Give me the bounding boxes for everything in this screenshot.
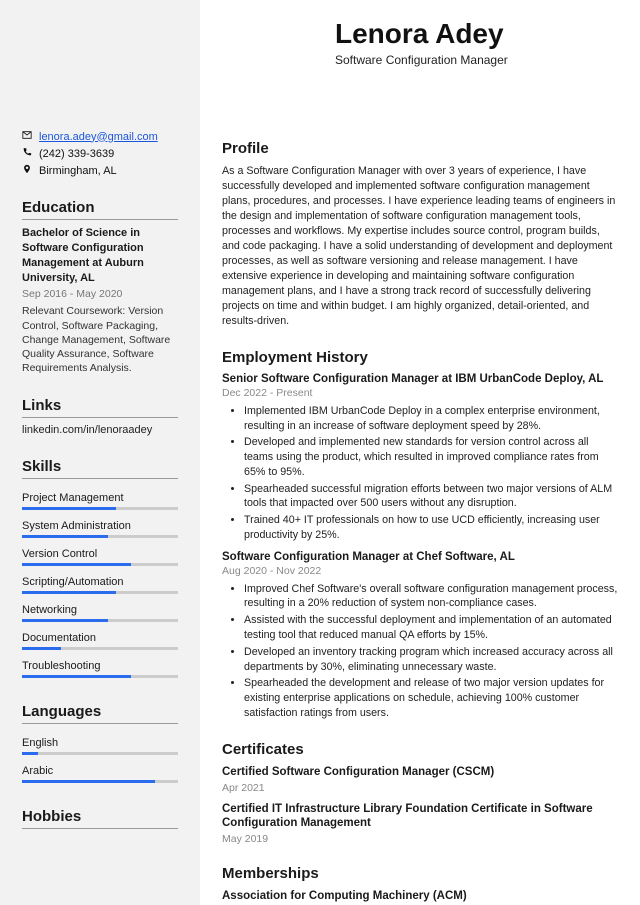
job-title: Software Configuration Manager at Chef S… [222,551,618,563]
sidebar: lenora.adey@gmail.com (242) 339-3639 Bir… [0,0,200,905]
membership-title: Association for Computing Machinery (ACM… [222,889,618,904]
contact-location: Birmingham, AL [39,165,117,177]
contact-phone: (242) 339-3639 [39,148,114,160]
job-entry: Senior Software Configuration Manager at… [222,373,618,543]
skills-heading: Skills [22,458,178,479]
skill-fill [22,563,131,566]
contact-email-line: lenora.adey@gmail.com [22,130,178,143]
person-name: Lenora Adey [335,18,508,50]
skill-label: Networking [22,604,178,616]
email-icon [22,130,32,143]
job-bullets: Implemented IBM UrbanCode Deploy in a co… [222,404,618,543]
skill-item: Project Management [22,485,178,513]
language-label: English [22,737,178,749]
location-icon [22,164,32,177]
cert-entry: Certified Software Configuration Manager… [222,765,618,794]
header: Lenora Adey Software Configuration Manag… [335,18,508,67]
contact-email[interactable]: lenora.adey@gmail.com [39,131,158,143]
skill-bar [22,507,178,510]
skill-bar [22,619,178,622]
cert-entry: Certified IT Infrastructure Library Foun… [222,802,618,846]
contact-location-line: Birmingham, AL [22,164,178,177]
job-bullet: Trained 40+ IT professionals on how to u… [244,513,618,543]
job-bullets: Improved Chef Software's overall softwar… [222,582,618,721]
skill-label: Troubleshooting [22,660,178,672]
job-title: Senior Software Configuration Manager at… [222,373,618,385]
skill-fill [22,535,108,538]
skill-label: Version Control [22,548,178,560]
skills-list: Project Management System Administration… [22,485,178,681]
language-item: Arabic [22,758,178,786]
employment-heading: Employment History [222,349,618,366]
cert-date: May 2019 [222,833,618,845]
job-bullet: Developed an inventory tracking program … [244,645,618,675]
education-desc: Relevant Coursework: Version Control, So… [22,304,178,375]
job-dates: Dec 2022 - Present [222,387,618,399]
cert-title: Certified IT Infrastructure Library Foun… [222,802,618,832]
skill-label: Project Management [22,492,178,504]
education-heading: Education [22,199,178,220]
certificates-list: Certified Software Configuration Manager… [222,765,618,846]
memberships-list: Association for Computing Machinery (ACM… [222,889,618,904]
skill-fill [22,619,108,622]
language-bar [22,752,178,755]
link-item[interactable]: linkedin.com/in/lenoraadey [22,424,178,436]
cert-date: Apr 2021 [222,782,618,794]
skill-fill [22,591,116,594]
memberships-heading: Memberships [222,865,618,882]
skill-bar [22,675,178,678]
skill-label: Documentation [22,632,178,644]
membership-entry: Association for Computing Machinery (ACM… [222,889,618,904]
skill-item: Version Control [22,541,178,569]
job-bullet: Assisted with the successful deployment … [244,613,618,643]
links-heading: Links [22,397,178,418]
skill-fill [22,675,131,678]
skill-item: Scripting/Automation [22,569,178,597]
job-dates: Aug 2020 - Nov 2022 [222,565,618,577]
education-degree: Bachelor of Science in Software Configur… [22,226,178,285]
skill-item: Troubleshooting [22,653,178,681]
languages-heading: Languages [22,703,178,724]
job-bullet: Spearheaded successful migration efforts… [244,482,618,512]
skill-item: Networking [22,597,178,625]
skill-fill [22,647,61,650]
job-bullet: Improved Chef Software's overall softwar… [244,582,618,612]
language-bar [22,780,178,783]
job-bullet: Spearheaded the development and release … [244,676,618,720]
language-fill [22,780,155,783]
language-label: Arabic [22,765,178,777]
language-item: English [22,730,178,758]
skill-item: System Administration [22,513,178,541]
skill-fill [22,507,116,510]
skill-item: Documentation [22,625,178,653]
languages-list: English Arabic [22,730,178,786]
person-title: Software Configuration Manager [335,53,508,67]
contact-phone-line: (242) 339-3639 [22,147,178,160]
profile-text: As a Software Configuration Manager with… [222,164,618,329]
skill-label: System Administration [22,520,178,532]
skill-bar [22,563,178,566]
skill-bar [22,647,178,650]
skill-label: Scripting/Automation [22,576,178,588]
skill-bar [22,535,178,538]
skill-bar [22,591,178,594]
profile-heading: Profile [222,140,618,157]
phone-icon [22,147,32,160]
job-bullet: Developed and implemented new standards … [244,435,618,479]
education-dates: Sep 2016 - May 2020 [22,288,178,300]
job-bullet: Implemented IBM UrbanCode Deploy in a co… [244,404,618,434]
hobbies-heading: Hobbies [22,808,178,829]
language-fill [22,752,38,755]
certificates-heading: Certificates [222,741,618,758]
main-content: Profile As a Software Configuration Mana… [200,0,640,905]
cert-title: Certified Software Configuration Manager… [222,765,618,780]
job-entry: Software Configuration Manager at Chef S… [222,551,618,721]
employment-list: Senior Software Configuration Manager at… [222,373,618,721]
